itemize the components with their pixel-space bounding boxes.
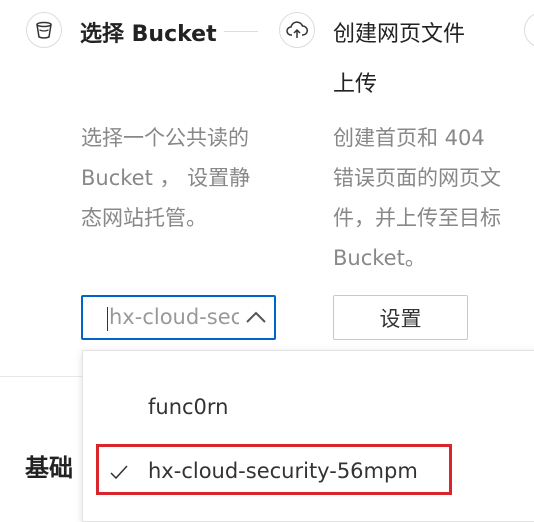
- section-divider: [0, 376, 82, 377]
- section-title: 基础: [25, 454, 73, 482]
- step-3-icon: [524, 12, 534, 48]
- step-2-title-line-2: 上传: [333, 72, 378, 97]
- step-1-description: 选择一个公共读的 Bucket ， 设置静 态网站托管。: [81, 118, 250, 238]
- bucket-select-value: hx-cloud-security-56mpm: [109, 305, 239, 329]
- step-2-description: 创建首页和 404 错误页面的网页文 件，并上传至目标 Bucket。: [333, 118, 501, 278]
- text-caret: [107, 307, 108, 331]
- dropdown-option-func0rn[interactable]: func0rn: [83, 385, 534, 435]
- bucket-select[interactable]: hx-cloud-security-56mpm: [81, 295, 276, 340]
- step-2-desc-line: 件，并上传至目标: [333, 206, 501, 230]
- dropdown-option-hx-cloud-security[interactable]: hx-cloud-security-56mpm: [83, 449, 534, 499]
- settings-button[interactable]: 设置: [333, 295, 468, 340]
- step-1-desc-line: 态网站托管。: [81, 206, 207, 230]
- upload-step-icon: [279, 12, 315, 48]
- step-1-desc-line: Bucket ， 设置静: [81, 166, 251, 190]
- option-label: hx-cloud-security-56mpm: [148, 459, 418, 483]
- step-1-title: 选择 Bucket: [80, 22, 217, 47]
- step-2-desc-line: Bucket。: [333, 246, 426, 270]
- chevron-up-icon[interactable]: [244, 306, 268, 330]
- step-1-desc-line: 选择一个公共读的: [81, 126, 249, 150]
- step-2-title-line-1: 创建网页文件: [333, 22, 466, 47]
- check-icon: [110, 465, 128, 480]
- bucket-icon: [36, 21, 52, 39]
- step-connector: [224, 31, 258, 32]
- option-label: func0rn: [148, 395, 229, 419]
- step-2-desc-line: 错误页面的网页文: [333, 166, 501, 190]
- bucket-dropdown: func0rn hx-cloud-security-56mpm: [82, 350, 534, 522]
- step-2-desc-line: 创建首页和 404: [333, 126, 485, 150]
- bucket-step-icon: [26, 12, 62, 48]
- cloud-upload-icon: [286, 21, 308, 38]
